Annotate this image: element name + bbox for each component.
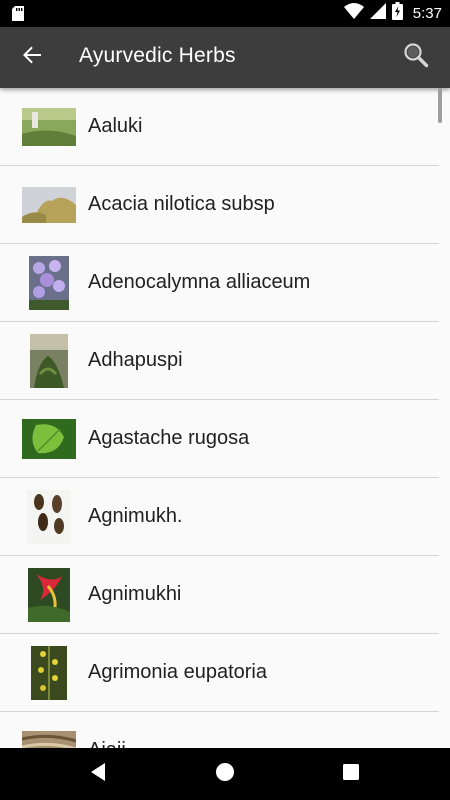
list-item[interactable]: Adhapuspi	[0, 322, 439, 400]
wifi-icon	[343, 3, 364, 24]
status-icons: 5:37	[343, 0, 442, 27]
herb-name: Acacia nilotica subsp	[88, 193, 275, 215]
herb-thumbnail	[22, 724, 76, 748]
herb-thumbnail	[22, 489, 76, 544]
list-item[interactable]: Acacia nilotica subsp	[0, 166, 439, 244]
arrow-back-icon	[22, 45, 42, 70]
list-item[interactable]: Ajaji	[0, 712, 439, 748]
navigation-bar	[0, 748, 450, 800]
app-bar: Ayurvedic Herbs	[0, 27, 450, 88]
herb-name: Ajaji	[88, 712, 126, 748]
sd-card-icon	[12, 6, 24, 26]
list-item[interactable]: Agnimukh.	[0, 478, 439, 556]
nav-home-button[interactable]	[213, 762, 237, 786]
back-button[interactable]	[14, 39, 50, 75]
herb-thumbnail	[22, 645, 76, 700]
nav-back-button[interactable]	[86, 762, 110, 786]
herb-thumbnail	[22, 567, 76, 622]
herb-name: Adhapuspi	[88, 349, 183, 371]
list-item[interactable]: Agrimonia eupatoria	[0, 634, 439, 712]
battery-charging-icon	[391, 2, 403, 25]
herb-thumbnail	[22, 100, 76, 154]
herb-thumbnail	[22, 412, 76, 466]
signal-icon	[369, 3, 386, 24]
list-item[interactable]: Agnimukhi	[0, 556, 439, 634]
list-item[interactable]: Adenocalymna alliaceum	[0, 244, 439, 322]
page-title: Ayurvedic Herbs	[79, 44, 236, 67]
list-item[interactable]: Agastache rugosa	[0, 400, 439, 478]
herb-name: Agnimukhi	[88, 583, 182, 605]
herb-thumbnail	[22, 178, 76, 232]
herb-name: Agastache rugosa	[88, 427, 250, 449]
home-circle-icon	[215, 762, 235, 787]
herb-thumbnail	[22, 333, 76, 388]
scrollbar[interactable]	[438, 88, 442, 123]
herb-list[interactable]: Aaluki Acacia nilotica subsp Adenocalymn	[0, 88, 450, 748]
herb-thumbnail	[22, 255, 76, 310]
herb-name: Agnimukh.	[88, 505, 183, 527]
list-item[interactable]: Aaluki	[0, 88, 439, 166]
search-button[interactable]	[398, 39, 434, 75]
nav-recents-button[interactable]	[339, 762, 363, 786]
herb-name: Agrimonia eupatoria	[88, 661, 267, 683]
back-triangle-icon	[89, 762, 107, 787]
search-icon	[403, 42, 429, 73]
herb-name: Adenocalymna alliaceum	[88, 271, 311, 293]
status-bar: 5:37	[0, 0, 450, 27]
herb-name: Aaluki	[88, 115, 143, 137]
recents-square-icon	[342, 763, 360, 786]
status-time: 5:37	[412, 5, 442, 22]
